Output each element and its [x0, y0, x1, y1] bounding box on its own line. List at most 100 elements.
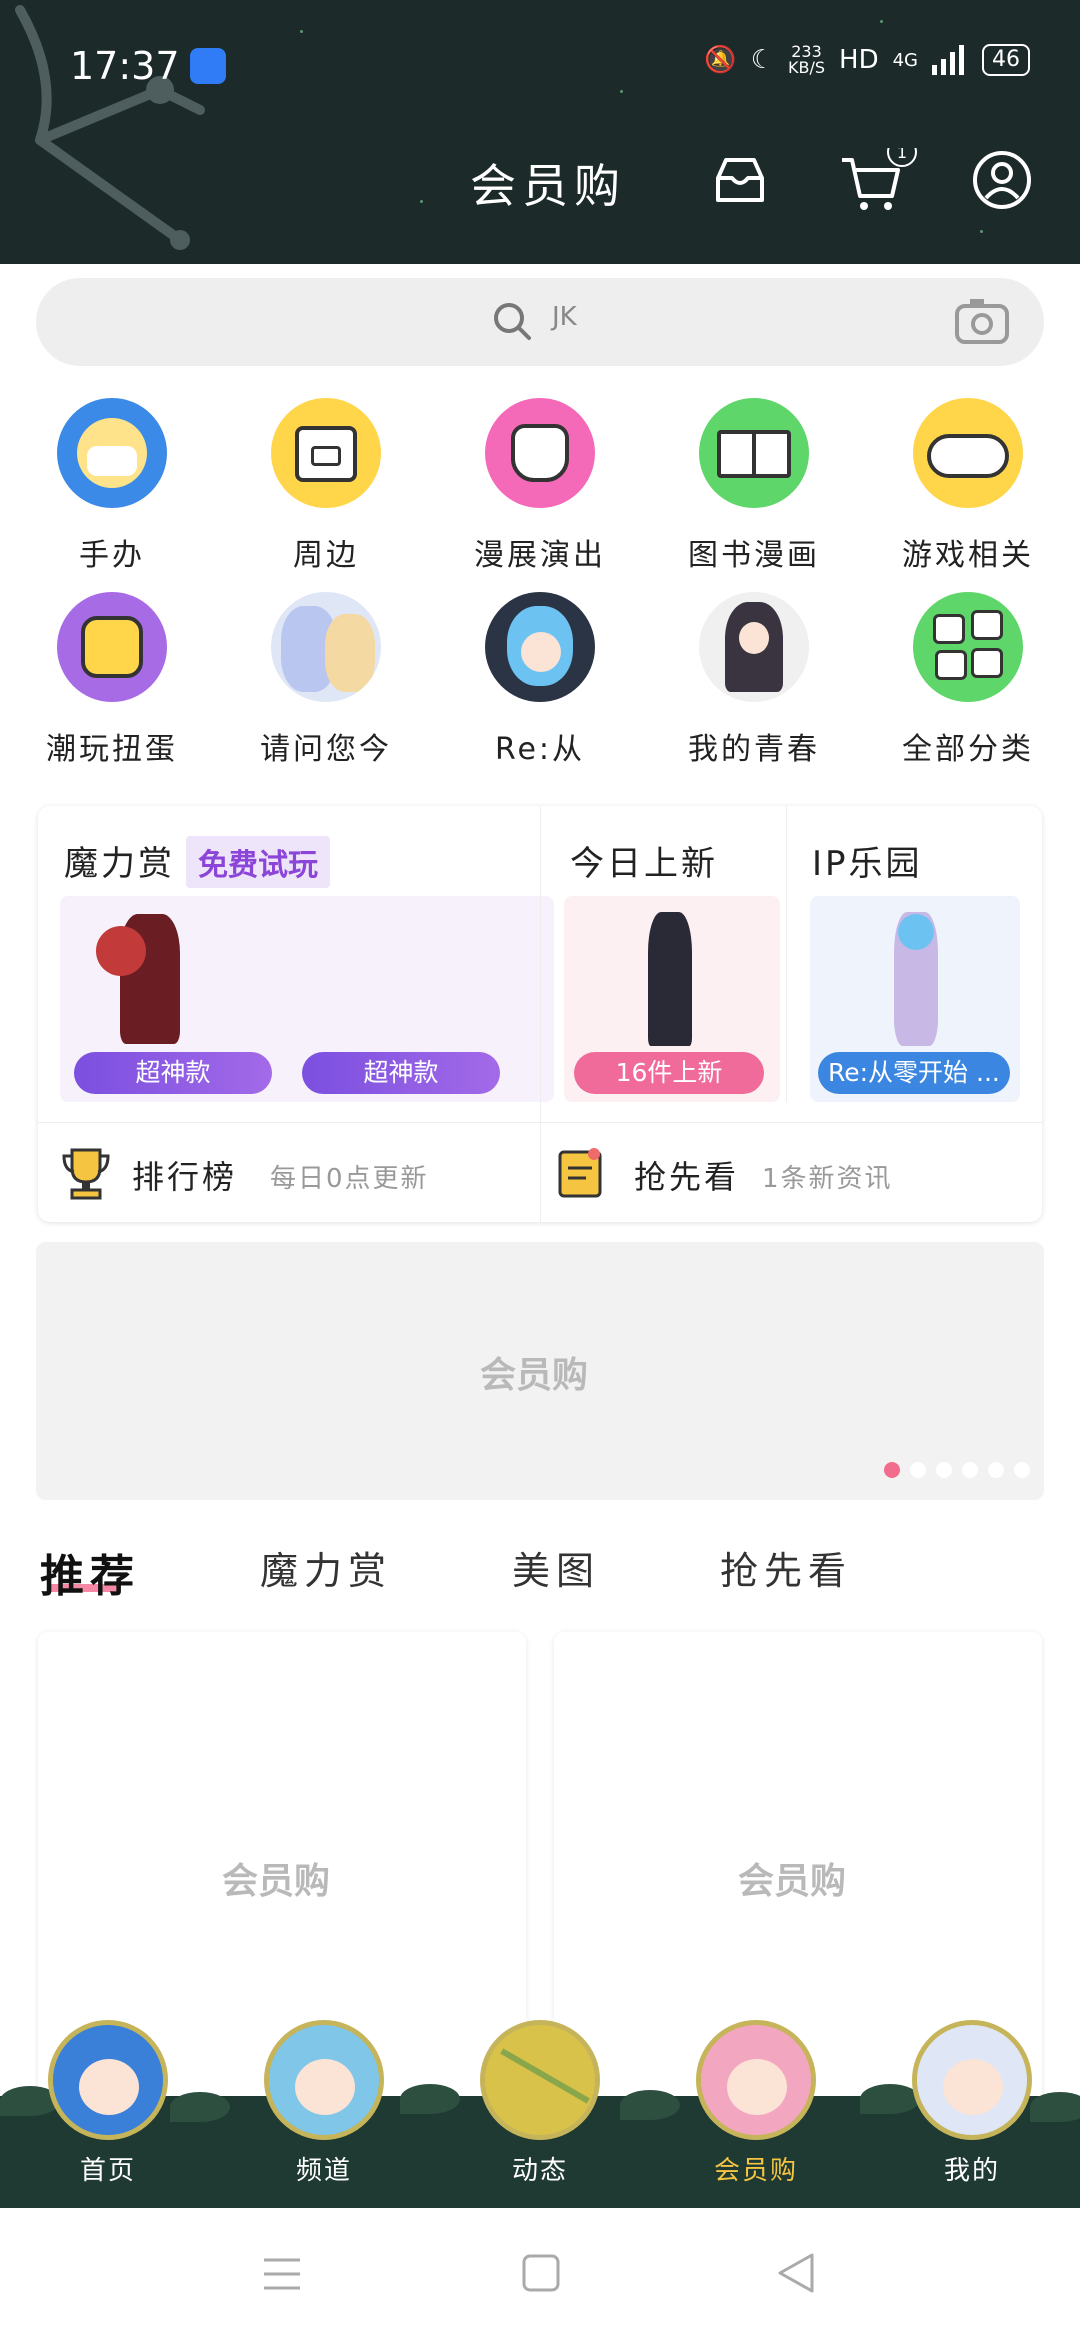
moon-icon: ☾	[750, 45, 774, 75]
network-type: 4G	[892, 49, 918, 71]
member-shop-mascot-icon	[696, 2020, 816, 2140]
carousel-dot	[988, 1462, 1004, 1478]
search-icon	[494, 303, 531, 340]
category-label: 请问您今	[260, 732, 392, 767]
category-toys[interactable]: 潮玩扭蛋	[12, 592, 212, 768]
carousel-dot	[1014, 1462, 1030, 1478]
carousel-dot	[910, 1462, 926, 1478]
search-bar[interactable]: JK	[36, 278, 1044, 366]
camera-icon[interactable]	[954, 296, 1010, 346]
channel-mascot-icon	[264, 2020, 384, 2140]
mofa-item-pill: 超神款	[302, 1052, 500, 1094]
preview-subtext: 1条新资讯	[762, 1164, 893, 1194]
brand-logo-placeholder: 会员购	[222, 1861, 331, 1902]
home-square-icon[interactable]	[522, 2254, 560, 2292]
promo-banner[interactable]: 会员购	[36, 1242, 1044, 1500]
star-decoration	[980, 230, 983, 233]
inbox-icon[interactable]	[708, 148, 772, 212]
hd-label: HD	[839, 45, 879, 75]
category-events[interactable]: 漫展演出	[440, 398, 640, 574]
ip-park-panel[interactable]: Re:从零开始 ...	[810, 896, 1020, 1102]
figure-parasol	[96, 926, 146, 976]
nav-channel[interactable]: 频道	[254, 2020, 394, 2187]
free-trial-badge[interactable]: 免费试玩	[186, 836, 330, 888]
nav-label: 首页	[79, 2156, 136, 2186]
status-bar: 17:37 🔕 ☾ 233 KB/S HD 4G 46	[0, 0, 1080, 132]
anime-character-thumbnail	[699, 592, 809, 702]
search-placeholder: JK	[552, 302, 577, 332]
category-ip-youth[interactable]: 我的青春	[654, 592, 854, 768]
feature-card: 魔力赏 免费试玩 超神款 超神款 今日上新 16件上新 IP乐园 Re:从零开始…	[38, 806, 1042, 1222]
figures-icon	[57, 398, 167, 508]
leaf-decoration	[170, 2092, 230, 2122]
mofa-panel[interactable]: 超神款 超神款	[60, 896, 554, 1102]
brand-logo-placeholder: 会员购	[480, 1355, 589, 1396]
ip-park-pill: Re:从零开始 ...	[818, 1052, 1010, 1094]
category-all[interactable]: 全部分类	[868, 592, 1068, 768]
category-label: 手办	[79, 538, 145, 573]
net-speed: 233 KB/S	[788, 44, 825, 76]
ranking-subtext: 每日0点更新	[270, 1164, 429, 1194]
anime-character-thumbnail	[271, 592, 381, 702]
page-title: 会员购	[470, 159, 626, 213]
nav-home[interactable]: 首页	[38, 2020, 178, 2187]
bottom-navigation: 首页 频道 动态 会员购 我的	[0, 2000, 1080, 2208]
fox-mask-icon	[485, 398, 595, 508]
today-new-title[interactable]: 今日上新	[570, 836, 718, 885]
back-triangle-icon[interactable]	[776, 2252, 816, 2294]
capsule-toy-icon	[57, 592, 167, 702]
category-label: 游戏相关	[902, 538, 1034, 573]
mofa-item-pill: 超神款	[74, 1052, 272, 1094]
carousel-dot	[936, 1462, 952, 1478]
android-icon	[190, 48, 226, 84]
svg-text:1: 1	[897, 148, 907, 162]
news-icon	[558, 1148, 602, 1198]
nav-label: 我的	[943, 2156, 1000, 2186]
net-speed-unit: KB/S	[788, 58, 826, 77]
ranking-label[interactable]: 排行榜	[132, 1152, 237, 1198]
nav-label: 会员购	[713, 2156, 798, 2186]
divider	[786, 806, 787, 1102]
dynamics-orb-icon	[480, 2020, 600, 2140]
nav-member-shop[interactable]: 会员购	[686, 2020, 826, 2187]
tab-mofa[interactable]: 魔力赏	[260, 1540, 392, 1595]
figure-image	[648, 912, 692, 1046]
today-new-pill: 16件上新	[574, 1052, 764, 1094]
category-games[interactable]: 游戏相关	[868, 398, 1068, 574]
carousel-indicator	[884, 1462, 1030, 1478]
mofa-title[interactable]: 魔力赏	[64, 836, 175, 885]
category-label: Re:从	[494, 732, 586, 767]
category-label: 全部分类	[902, 732, 1034, 767]
category-label: 潮玩扭蛋	[46, 732, 178, 767]
category-label: 图书漫画	[688, 538, 820, 573]
mute-icon: 🔕	[704, 45, 737, 75]
ip-park-title[interactable]: IP乐园	[812, 836, 923, 885]
user-profile-icon[interactable]	[970, 148, 1034, 212]
divider	[540, 1122, 541, 1222]
all-categories-icon	[913, 592, 1023, 702]
nav-label: 频道	[295, 2156, 352, 2186]
leaf-decoration	[620, 2090, 680, 2120]
category-merch[interactable]: 周边	[226, 398, 426, 574]
carousel-dot	[962, 1462, 978, 1478]
category-ip-rezero[interactable]: Re:从	[440, 592, 640, 768]
system-navigation-bar	[0, 2208, 1080, 2340]
cart-icon[interactable]: 1	[838, 148, 918, 212]
app-header: 17:37 🔕 ☾ 233 KB/S HD 4G 46 会员购 1	[0, 0, 1080, 264]
today-new-panel[interactable]: 16件上新	[564, 896, 780, 1102]
trophy-icon	[62, 1148, 110, 1200]
tab-pictures[interactable]: 美图	[512, 1540, 600, 1595]
menu-icon[interactable]	[262, 2256, 302, 2292]
nav-dynamics[interactable]: 动态	[470, 2020, 610, 2187]
tab-preview[interactable]: 抢先看	[720, 1540, 852, 1595]
tab-recommend[interactable]: 推荐	[40, 1540, 140, 1604]
category-figures[interactable]: 手办	[12, 398, 212, 574]
category-ip-rabbit[interactable]: 请问您今	[226, 592, 426, 768]
anime-character-thumbnail	[485, 592, 595, 702]
signal-icon	[932, 45, 964, 75]
leaf-decoration	[400, 2084, 460, 2114]
category-books[interactable]: 图书漫画	[654, 398, 854, 574]
preview-label[interactable]: 抢先看	[634, 1152, 739, 1198]
nav-mine[interactable]: 我的	[902, 2020, 1042, 2187]
book-icon	[699, 398, 809, 508]
